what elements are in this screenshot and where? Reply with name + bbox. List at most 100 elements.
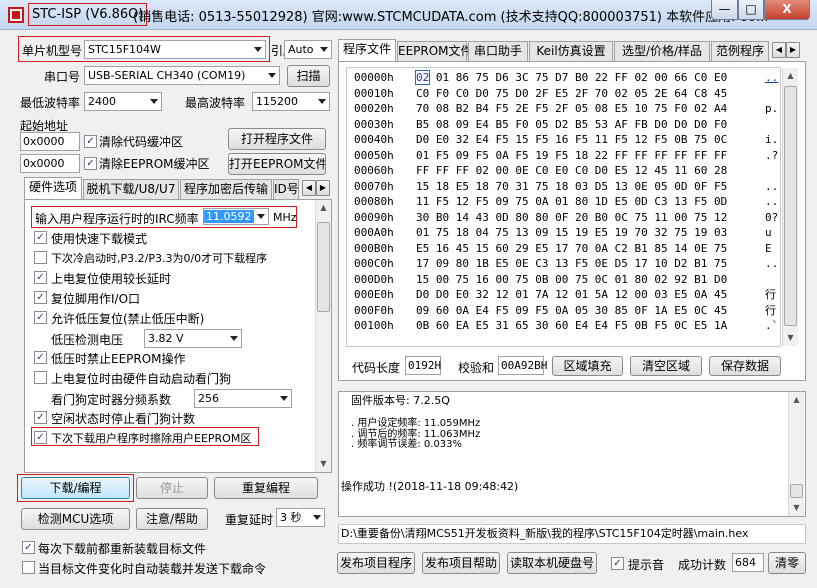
port-select[interactable]: USB-SERIAL CH340 (COM19) bbox=[84, 66, 280, 85]
reprogram-button[interactable]: 重复编程 bbox=[214, 477, 318, 499]
log-scroll-thumb[interactable] bbox=[790, 484, 803, 498]
min-baud-select[interactable]: 2400 bbox=[84, 92, 162, 111]
log-scroll-down-icon[interactable]: ▼ bbox=[789, 500, 804, 515]
hex-scrollbar[interactable]: ▲ ▼ bbox=[782, 68, 798, 346]
scan-button[interactable]: 扫描 bbox=[287, 65, 330, 87]
tab-program-file[interactable]: 程序文件 bbox=[338, 39, 396, 61]
file-tab-scroll-right[interactable]: ▶ bbox=[786, 42, 800, 58]
hex-row[interactable]: C0 F0 C0 D0 75 D0 2F E5 2F 70 02 05 2E 6… bbox=[416, 86, 727, 102]
hex-row[interactable]: 11 F5 12 F5 09 75 0A 01 80 1D E5 0D C3 1… bbox=[416, 194, 727, 210]
opt-idle-wdt-checkbox[interactable]: ✓ bbox=[34, 411, 47, 424]
fill-region-button[interactable]: 区域填充 bbox=[552, 356, 623, 376]
scroll-thumb[interactable] bbox=[317, 222, 330, 312]
tab-serial-helper[interactable]: 串口助手 bbox=[468, 41, 528, 61]
hex-row[interactable]: B5 08 09 E4 B5 F0 05 D2 B5 53 AF FB D0 D… bbox=[416, 117, 727, 133]
publish-program-button[interactable]: 发布项目程序 bbox=[337, 552, 415, 574]
read-hdd-button[interactable]: 读取本机硬盘号 bbox=[507, 552, 597, 574]
tab-selection-price[interactable]: 选型/价格/样品 bbox=[614, 41, 710, 61]
tab-scroll-right[interactable]: ▶ bbox=[316, 180, 330, 196]
opt-auto-wdt-checkbox[interactable] bbox=[34, 371, 47, 384]
scroll-down-icon[interactable]: ▼ bbox=[316, 456, 331, 471]
auto-send-checkbox[interactable] bbox=[22, 561, 35, 574]
download-button[interactable]: 下载/编程 bbox=[21, 477, 130, 499]
opt-cold-boot-checkbox[interactable] bbox=[34, 251, 47, 264]
tab-scroll-left[interactable]: ◀ bbox=[302, 180, 316, 196]
hex-row[interactable]: FF FF FF 02 00 0E C0 E0 C0 D0 E5 12 45 1… bbox=[416, 163, 727, 179]
hex-scroll-up-icon[interactable]: ▲ bbox=[783, 68, 798, 83]
code-addr-input[interactable]: 0x0000 bbox=[20, 132, 80, 151]
save-data-button[interactable]: 保存数据 bbox=[709, 356, 781, 376]
mcu-select[interactable]: STC15F104W bbox=[84, 40, 266, 59]
clear-code-checkbox[interactable]: ✓ bbox=[84, 135, 97, 148]
open-program-button[interactable]: 打开程序文件 bbox=[228, 128, 326, 150]
reload-checkbox[interactable]: ✓ bbox=[22, 541, 35, 554]
hw-options-scrollbar[interactable]: ▲ ▼ bbox=[315, 200, 331, 472]
hex-row[interactable]: 15 00 75 16 00 75 0B 00 75 0C 01 80 02 9… bbox=[416, 272, 727, 288]
hex-row[interactable]: 70 08 B2 B4 F5 2E F5 2F 05 08 E5 10 75 F… bbox=[416, 101, 727, 117]
hex-row[interactable]: 30 B0 14 43 0D 80 80 0F 20 B0 0C 75 11 0… bbox=[416, 210, 727, 226]
tab-encrypt[interactable]: 程序加密后传输 bbox=[180, 179, 272, 199]
hex-scroll-down-icon[interactable]: ▼ bbox=[783, 330, 798, 345]
hex-row[interactable]: 17 09 80 1B E5 0E C3 13 F5 0E D5 17 10 D… bbox=[416, 256, 727, 272]
log-scroll-up-icon[interactable]: ▲ bbox=[789, 392, 804, 407]
opt-erase-eeprom-label: 下次下载用户程序时擦除用户EEPROM区 bbox=[51, 432, 252, 445]
success-count-label: 成功计数 bbox=[678, 558, 727, 572]
stop-button[interactable]: 停止 bbox=[136, 477, 208, 499]
checksum-value: 00A92BH bbox=[498, 356, 547, 375]
opt-fast-download-checkbox[interactable]: ✓ bbox=[34, 231, 47, 244]
help-button[interactable]: 注意/帮助 bbox=[136, 508, 208, 530]
title-bar[interactable]: STC-ISP (V6.86O) (销售电话: 0513-55012928) 官… bbox=[0, 0, 817, 30]
hex-row[interactable]: 09 60 0A E4 F5 09 F5 0A 05 30 85 0F 1A E… bbox=[416, 303, 727, 319]
hex-address: 00070h bbox=[354, 179, 394, 193]
hex-row[interactable]: 02 01 86 75 D6 3C 75 D7 B0 22 FF 02 00 6… bbox=[414, 70, 727, 86]
opt-reset-io-checkbox[interactable]: ✓ bbox=[34, 291, 47, 304]
close-button[interactable]: X bbox=[764, 0, 810, 20]
clear-count-button[interactable]: 清零 bbox=[768, 552, 806, 574]
hex-address: 00050h bbox=[354, 148, 394, 162]
max-baud-select[interactable]: 115200 bbox=[252, 92, 330, 111]
repeat-delay-select[interactable]: 3 秒 bbox=[276, 508, 325, 527]
opt-long-reset-checkbox[interactable]: ✓ bbox=[34, 271, 47, 284]
maximize-button[interactable]: □ bbox=[738, 0, 764, 20]
wdt-select[interactable]: 256 bbox=[194, 389, 292, 408]
sound-checkbox[interactable]: ✓ bbox=[611, 557, 624, 570]
eeprom-addr-input[interactable]: 0x0000 bbox=[20, 154, 80, 173]
hex-ascii-row: 行 bbox=[765, 288, 776, 301]
hex-ascii-row: .. bbox=[765, 179, 779, 193]
irc-select[interactable]: 11.0592 bbox=[203, 208, 269, 225]
hex-view[interactable]: 00000h 00010h 00020h 00030h 00040h 00050h 0006… bbox=[346, 67, 781, 347]
hex-row[interactable]: 0B 60 EA E5 31 65 30 60 E4 E4 F5 0B F5 0… bbox=[416, 318, 727, 334]
tab-keil-sim[interactable]: Keil仿真设置 bbox=[529, 41, 613, 61]
tab-eeprom-file[interactable]: EEPROM文件 bbox=[397, 41, 473, 61]
opt-erase-eeprom-checkbox[interactable]: ✓ bbox=[34, 431, 47, 444]
opt-lvr-checkbox[interactable]: ✓ bbox=[34, 311, 47, 324]
hex-row[interactable]: D0 E0 32 E4 F5 15 F5 16 F5 11 F5 12 F5 0… bbox=[416, 132, 727, 148]
hex-row[interactable]: 01 75 18 04 75 13 09 15 19 E5 19 70 32 7… bbox=[416, 225, 727, 241]
clear-region-button[interactable]: 清空区域 bbox=[630, 356, 702, 376]
check-mcu-button[interactable]: 检测MCU选项 bbox=[21, 508, 130, 530]
file-path: D:\重要备份\清翔MCS51开发板资料_新版\我的程序\STC15F104定时… bbox=[338, 524, 806, 544]
hex-row[interactable]: E5 16 45 15 60 29 E5 17 70 0A C2 B1 85 1… bbox=[416, 241, 727, 257]
lvd-select[interactable]: 3.82 V bbox=[144, 329, 242, 348]
file-tab-scroll-left[interactable]: ◀ bbox=[772, 42, 786, 58]
minimize-button[interactable]: — bbox=[711, 0, 738, 20]
hex-scroll-thumb[interactable] bbox=[784, 86, 797, 326]
tab-id[interactable]: ID号 bbox=[273, 179, 299, 199]
tab-hardware[interactable]: 硬件选项 bbox=[24, 177, 82, 199]
tab-offline[interactable]: 脱机下载/U8/U7 bbox=[83, 179, 179, 199]
pin-select[interactable]: Auto bbox=[284, 40, 332, 59]
hex-address: 00030h bbox=[354, 117, 394, 131]
hex-row[interactable]: 01 F5 09 F5 0A F5 19 F5 18 22 FF FF FF F… bbox=[416, 148, 727, 164]
hex-cursor-byte[interactable]: 02 bbox=[414, 70, 431, 85]
log-scrollbar[interactable]: ▲ ▼ bbox=[788, 392, 804, 516]
publish-help-button[interactable]: 发布项目帮助 bbox=[422, 552, 500, 574]
clear-eeprom-checkbox[interactable]: ✓ bbox=[84, 157, 97, 170]
tab-examples[interactable]: 范例程序 bbox=[711, 41, 769, 61]
open-eeprom-button[interactable]: 打开EEPROM文件 bbox=[228, 153, 326, 175]
hex-address: 00000h bbox=[354, 71, 394, 84]
hex-row[interactable]: 15 18 E5 18 70 31 75 18 03 D5 13 0E 05 0… bbox=[416, 179, 727, 195]
log-output[interactable]: 固件版本号: 7.2.5Q . 用户设定频率: 11.059MHz. 调节后的频… bbox=[338, 391, 806, 517]
hex-row[interactable]: D0 D0 E0 32 12 01 7A 12 01 5A 12 00 03 E… bbox=[416, 287, 727, 303]
opt-eeprom-lock-checkbox[interactable]: ✓ bbox=[34, 351, 47, 364]
scroll-up-icon[interactable]: ▲ bbox=[316, 200, 331, 215]
